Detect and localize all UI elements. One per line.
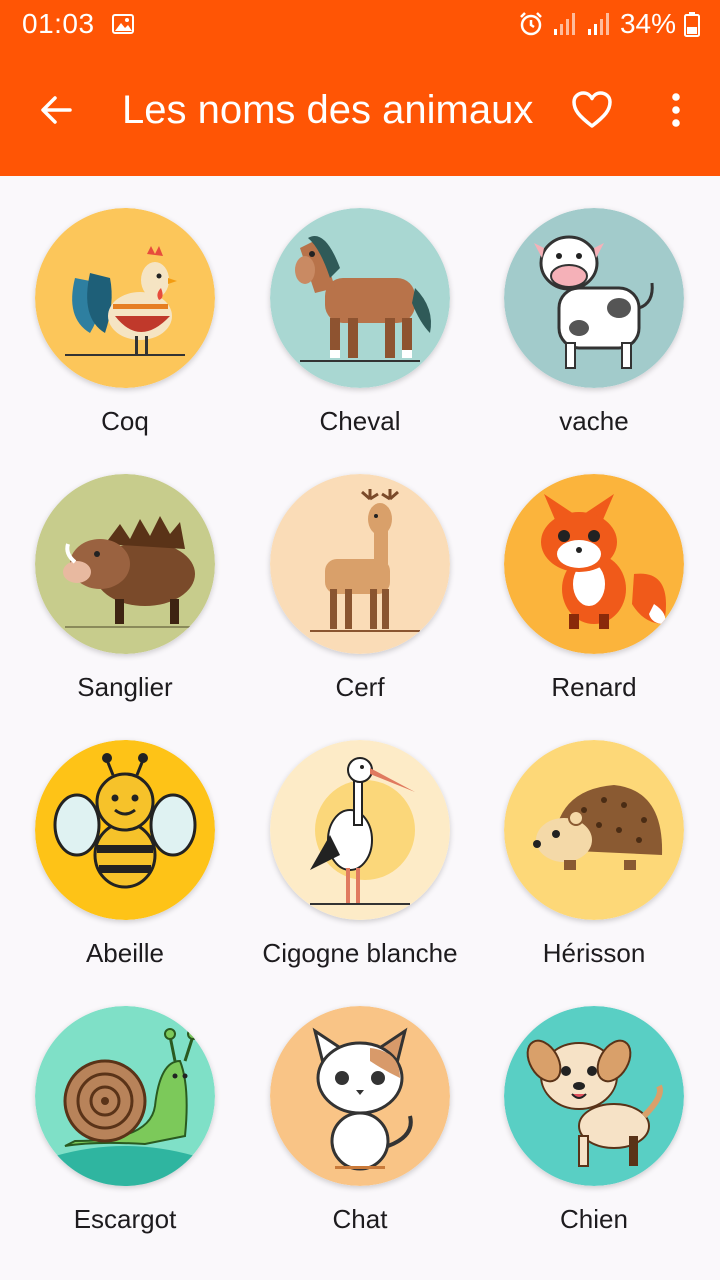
hedgehog-image (504, 740, 684, 920)
app-bar: Les noms des animaux (0, 48, 720, 176)
status-indicators: 34% (518, 8, 700, 40)
page-title: Les noms des animaux (122, 88, 534, 132)
animal-label: Cerf (335, 672, 385, 702)
back-button[interactable] (24, 80, 88, 144)
heart-outline-icon (571, 90, 613, 135)
animal-label: vache (559, 406, 629, 436)
animal-label: Renard (551, 672, 637, 702)
bee-image (35, 740, 215, 920)
animal-tile-cigogne[interactable]: Cigogne blanche (243, 708, 477, 974)
status-time: 01:03 (22, 8, 95, 39)
battery-percent: 34% (619, 8, 676, 39)
more-vert-icon (671, 92, 681, 133)
image-icon (112, 14, 134, 34)
cow-image (504, 208, 684, 388)
battery-icon (684, 11, 700, 37)
animal-grid: Coq Cheval vache Sanglier Cerf Renard Ab… (0, 176, 720, 1280)
animal-tile-chat[interactable]: Chat (243, 974, 477, 1240)
signal-icon (586, 11, 612, 37)
animal-tile-herisson[interactable]: Hérisson (477, 708, 711, 974)
boar-image (35, 474, 215, 654)
stork-image (270, 740, 450, 920)
animal-label: Cigogne blanche (262, 938, 458, 968)
signal-icon (552, 11, 578, 37)
animal-tile-chien[interactable]: Chien (477, 974, 711, 1240)
horse-image (270, 208, 450, 388)
animal-tile-escargot[interactable]: Escargot (8, 974, 242, 1240)
fox-image (504, 474, 684, 654)
animal-tile-abeille[interactable]: Abeille (8, 708, 242, 974)
status-bar: 01:03 34% (0, 0, 720, 48)
animal-tile-cerf[interactable]: Cerf (243, 442, 477, 708)
animal-label: Cheval (319, 406, 401, 436)
animal-tile-cheval[interactable]: Cheval (243, 176, 477, 442)
animal-tile-renard[interactable]: Renard (477, 442, 711, 708)
deer-image (270, 474, 450, 654)
animal-label: Chien (560, 1204, 628, 1234)
snail-image (35, 1006, 215, 1186)
favorite-button[interactable] (560, 80, 624, 144)
rooster-image (35, 208, 215, 388)
animal-label: Abeille (85, 938, 165, 968)
alarm-icon (518, 11, 544, 37)
animal-label: Escargot (73, 1204, 177, 1234)
animal-label: Hérisson (542, 938, 646, 968)
animal-label: Sanglier (77, 672, 173, 702)
dog-image (504, 1006, 684, 1186)
more-options-button[interactable] (644, 80, 708, 144)
animal-tile-sanglier[interactable]: Sanglier (8, 442, 242, 708)
animal-tile-coq[interactable]: Coq (8, 176, 242, 442)
cat-image (270, 1006, 450, 1186)
arrow-back-icon (38, 92, 74, 133)
animal-tile-vache[interactable]: vache (477, 176, 711, 442)
animal-label: Chat (332, 1204, 388, 1234)
animal-label: Coq (101, 406, 149, 436)
